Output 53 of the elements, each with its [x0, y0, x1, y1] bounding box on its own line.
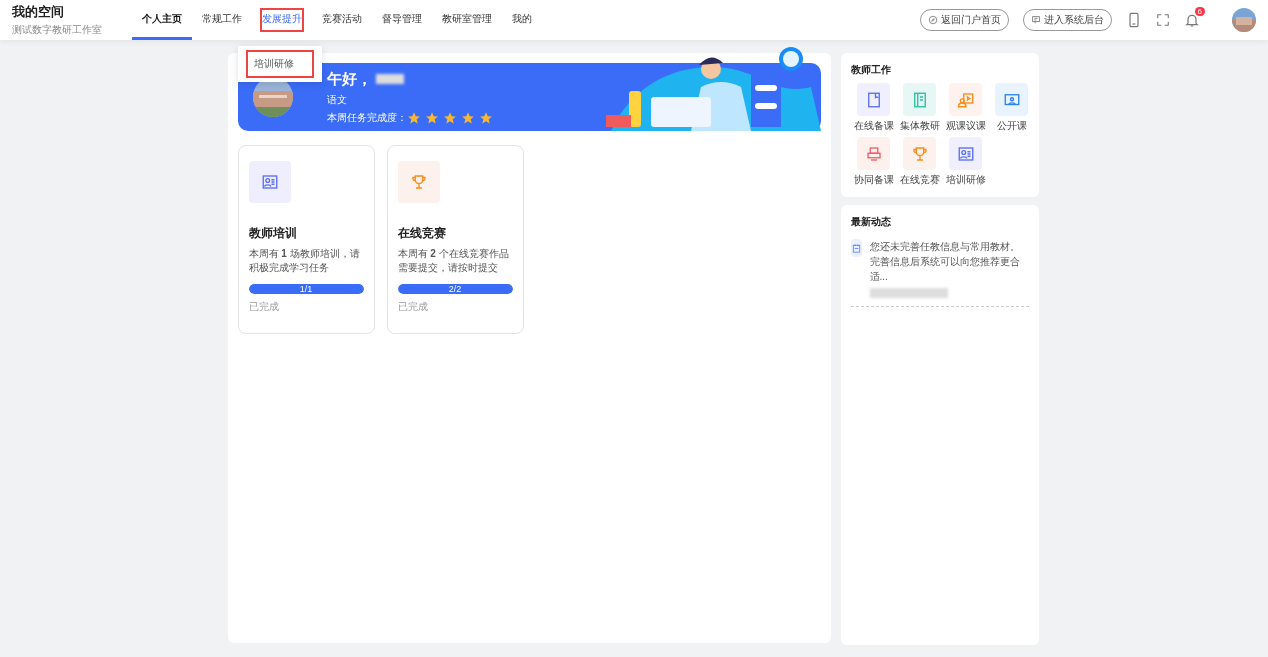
- nav-tab[interactable]: 个人主页: [132, 0, 192, 40]
- task-card[interactable]: 教师培训 本周有 1 场教师培训，请积极完成学习任务 1/1 已完成: [237, 145, 375, 334]
- id-card-icon: [260, 173, 279, 191]
- phone-icon: [1126, 12, 1142, 28]
- star-icon: [460, 110, 475, 125]
- nav-tab[interactable]: 竞赛活动: [312, 0, 372, 40]
- section-title: 教师工作: [850, 63, 892, 77]
- id-card-icon: [956, 144, 975, 163]
- printer-icon: [864, 144, 883, 163]
- star-icon: [424, 110, 439, 125]
- nav-tab[interactable]: 督导管理: [372, 0, 432, 40]
- greeting: 午好，: [326, 69, 372, 89]
- section-title: 最新动态: [850, 215, 892, 229]
- task-description: 本周有 2 个在线竞赛作品需要提交，请按时提交: [397, 247, 510, 275]
- trophy-icon: [910, 144, 929, 163]
- progress-text: 2/2: [447, 284, 463, 294]
- task-title: 在线竞赛: [397, 225, 447, 242]
- shortcut-item[interactable]: 在线备课: [850, 83, 897, 133]
- star-icon: [442, 110, 457, 125]
- bell-icon: [1184, 12, 1200, 28]
- compass-icon: [928, 15, 938, 25]
- shortcut-item[interactable]: 集体教研: [896, 83, 943, 133]
- shortcut-item[interactable]: 在线竞赛: [896, 137, 943, 187]
- blurred-name: [375, 74, 404, 84]
- shortcut-item[interactable]: 培训研修: [942, 137, 989, 187]
- progress-label: 本周任务完成度：: [326, 110, 407, 125]
- presenter-icon: [956, 90, 975, 109]
- fullscreen-icon: [1156, 13, 1170, 27]
- app-title: 我的空间: [12, 3, 65, 21]
- nav-tab[interactable]: 我的: [502, 0, 542, 40]
- task-title: 教师培训: [248, 225, 298, 242]
- task-card[interactable]: 在线竞赛 本周有 2 个在线竞赛作品需要提交，请按时提交 2/2 已完成: [386, 145, 524, 334]
- shortcut-item[interactable]: 协同备课: [850, 137, 897, 187]
- task-description: 本周有 1 场教师培训，请积极完成学习任务: [248, 247, 361, 275]
- subject-label: 语文: [326, 92, 348, 107]
- news-text[interactable]: 您还未完善任教信息与常用教材。完善信息后系统可以向您推荐更合适...: [869, 239, 1029, 284]
- shortcut-item[interactable]: 公开课: [988, 83, 1035, 133]
- star-icon: [478, 110, 493, 125]
- progress-text: 1/1: [298, 284, 314, 294]
- app-subtitle: 测试数字教研工作室: [12, 23, 103, 37]
- task-status: 已完成: [248, 300, 280, 314]
- document-icon: [1031, 15, 1041, 25]
- header-button[interactable]: 返回门户首页: [920, 9, 1009, 31]
- star-icon: [406, 110, 421, 125]
- dropdown-item[interactable]: 培训研修: [248, 52, 312, 76]
- nav-tab[interactable]: 发展提升: [252, 0, 312, 40]
- header-button[interactable]: 进入系统后台: [1023, 9, 1112, 31]
- shortcut-item[interactable]: 观课议课: [942, 83, 989, 133]
- nav-tab[interactable]: 教研室管理: [432, 0, 502, 40]
- notification-badge: 6: [1194, 7, 1205, 16]
- task-status: 已完成: [397, 300, 429, 314]
- trophy-icon: [409, 173, 428, 191]
- nav-tab[interactable]: 常规工作: [192, 0, 252, 40]
